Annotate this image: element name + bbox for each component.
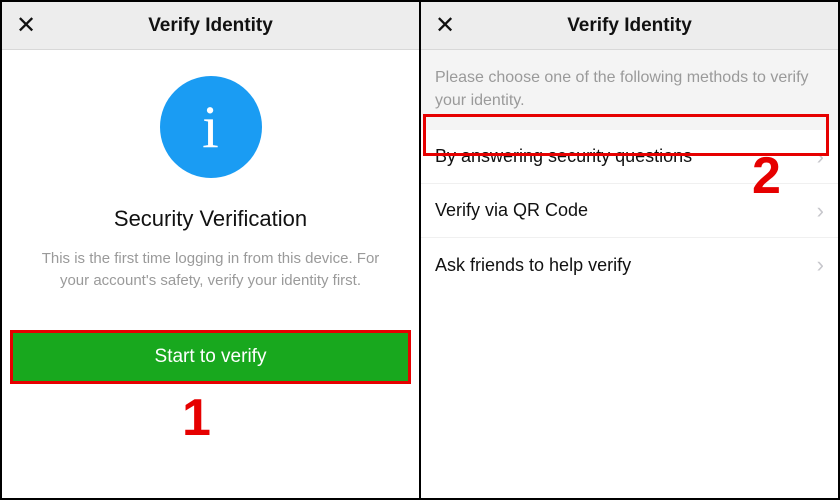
- option-ask-friends[interactable]: Ask friends to help verify ›: [421, 238, 838, 292]
- page-title: Verify Identity: [148, 15, 273, 37]
- page-title: Verify Identity: [567, 15, 692, 37]
- option-label: Verify via QR Code: [435, 200, 588, 221]
- annotation-step-2: 2: [752, 146, 781, 206]
- section-subtitle: This is the first time logging in from t…: [18, 248, 403, 292]
- option-label: Ask friends to help verify: [435, 255, 631, 276]
- start-to-verify-button[interactable]: Start to verify: [10, 330, 411, 384]
- button-label: Start to verify: [155, 346, 267, 368]
- screen-choose-method: ✕ Verify Identity Please choose one of t…: [421, 2, 838, 498]
- tutorial-container: ✕ Verify Identity i Security Verificatio…: [0, 0, 840, 500]
- chevron-right-icon: ›: [817, 252, 824, 278]
- close-button[interactable]: ✕: [12, 10, 40, 42]
- info-icon: i: [160, 76, 262, 178]
- chevron-right-icon: ›: [817, 198, 824, 224]
- chevron-right-icon: ›: [817, 144, 824, 170]
- header: ✕ Verify Identity: [2, 2, 419, 50]
- close-button[interactable]: ✕: [431, 10, 459, 42]
- option-label: By answering security questions: [435, 146, 692, 167]
- annotation-step-1: 1: [182, 388, 211, 448]
- section-title: Security Verification: [114, 206, 307, 232]
- screen-security-verification: ✕ Verify Identity i Security Verificatio…: [2, 2, 421, 498]
- header: ✕ Verify Identity: [421, 2, 838, 50]
- instruction-text: Please choose one of the following metho…: [421, 50, 838, 130]
- info-glyph: i: [202, 93, 219, 162]
- hero: i Security Verification This is the firs…: [2, 50, 419, 302]
